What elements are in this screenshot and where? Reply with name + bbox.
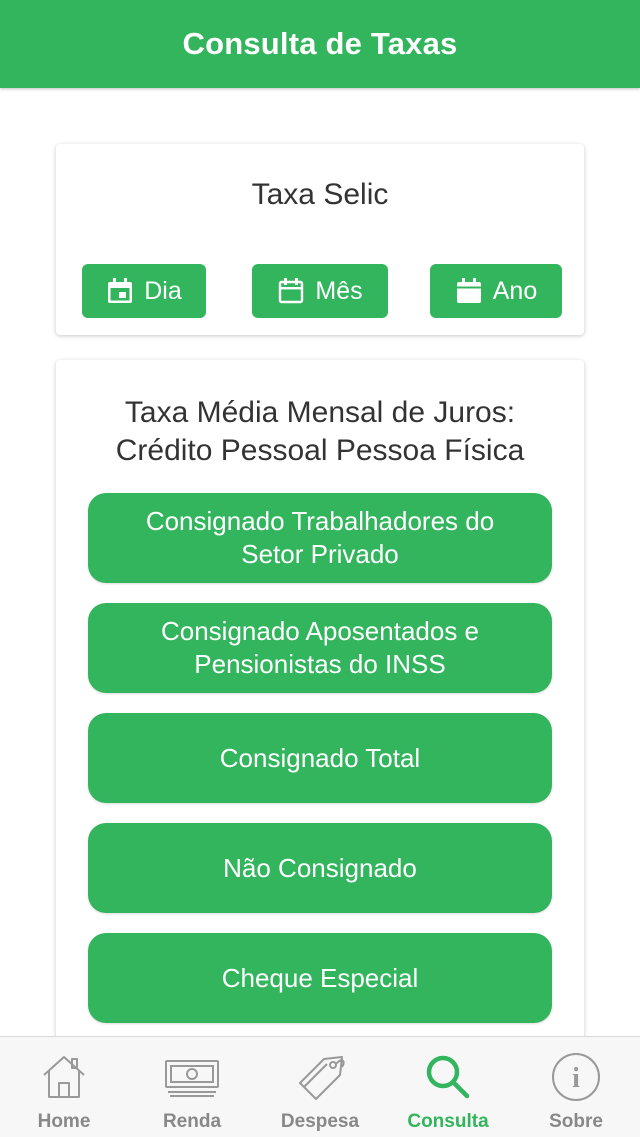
tag-icon (256, 1051, 384, 1103)
consignado-privado-label: Consignado Trabalhadores do Setor Privad… (145, 506, 495, 569)
main-content: Taxa Selic Dia Mês Ano Taxa Média Mensal… (0, 88, 640, 1036)
nav-label-despesa: Despesa (280, 1111, 360, 1132)
nav-label-home: Home (37, 1111, 91, 1132)
nao-consignado-button[interactable]: Não Consignado (88, 823, 552, 913)
nav-item-home[interactable]: Home (0, 1037, 128, 1137)
cheque-especial-label: Cheque Especial (221, 962, 419, 993)
cash-icon (128, 1051, 256, 1103)
calendar-year-icon (456, 278, 481, 303)
home-icon (0, 1051, 128, 1103)
search-icon (384, 1051, 512, 1103)
selic-ano-label: Ano (492, 276, 538, 305)
cheque-especial-button[interactable]: Cheque Especial (88, 933, 552, 1023)
selic-dia-label: Dia (144, 276, 182, 305)
consignado-total-label: Consignado Total (219, 742, 421, 773)
selic-mes-button[interactable]: Mês (252, 264, 388, 318)
nav-item-renda[interactable]: Renda (128, 1037, 256, 1137)
nav-item-sobre[interactable]: i Sobre (512, 1037, 640, 1137)
calendar-month-icon (279, 278, 304, 304)
calendar-today-icon (108, 278, 133, 303)
nao-consignado-label: Não Consignado (223, 852, 417, 883)
consignado-total-button[interactable]: Consignado Total (88, 713, 552, 803)
app-bar: Consulta de Taxas (0, 0, 640, 88)
nav-label-renda: Renda (162, 1111, 222, 1132)
selic-mes-label: Mês (315, 276, 363, 305)
juros-card-title: Taxa Média Mensal de Juros: Crédito Pess… (56, 394, 584, 470)
selic-dia-button[interactable]: Dia (82, 264, 206, 318)
nav-label-sobre: Sobre (549, 1111, 603, 1132)
page-title: Consulta de Taxas (182, 26, 458, 61)
selic-card-title: Taxa Selic (251, 178, 389, 211)
consignado-inss-button[interactable]: Consignado Aposentados e Pensionistas do… (88, 603, 552, 693)
nav-item-consulta[interactable]: Consulta (384, 1037, 512, 1137)
juros-title-line2: Crédito Pessoal Pessoa Física (115, 434, 525, 467)
consignado-privado-button[interactable]: Consignado Trabalhadores do Setor Privad… (88, 493, 552, 583)
juros-card: Taxa Média Mensal de Juros: Crédito Pess… (56, 360, 584, 1036)
info-icon: i (512, 1051, 640, 1103)
svg-text:i: i (572, 1063, 580, 1094)
nav-item-despesa[interactable]: Despesa (256, 1037, 384, 1137)
selic-ano-button[interactable]: Ano (430, 264, 562, 318)
selic-card: Taxa Selic Dia Mês Ano (56, 144, 584, 335)
consignado-inss-label: Consignado Aposentados e Pensionistas do… (160, 616, 480, 679)
nav-label-consulta: Consulta (407, 1111, 489, 1132)
juros-title-line1: Taxa Média Mensal de Juros: (124, 396, 516, 429)
bottom-nav: Home Renda Despesa Consulta i Sobre (0, 1036, 640, 1137)
